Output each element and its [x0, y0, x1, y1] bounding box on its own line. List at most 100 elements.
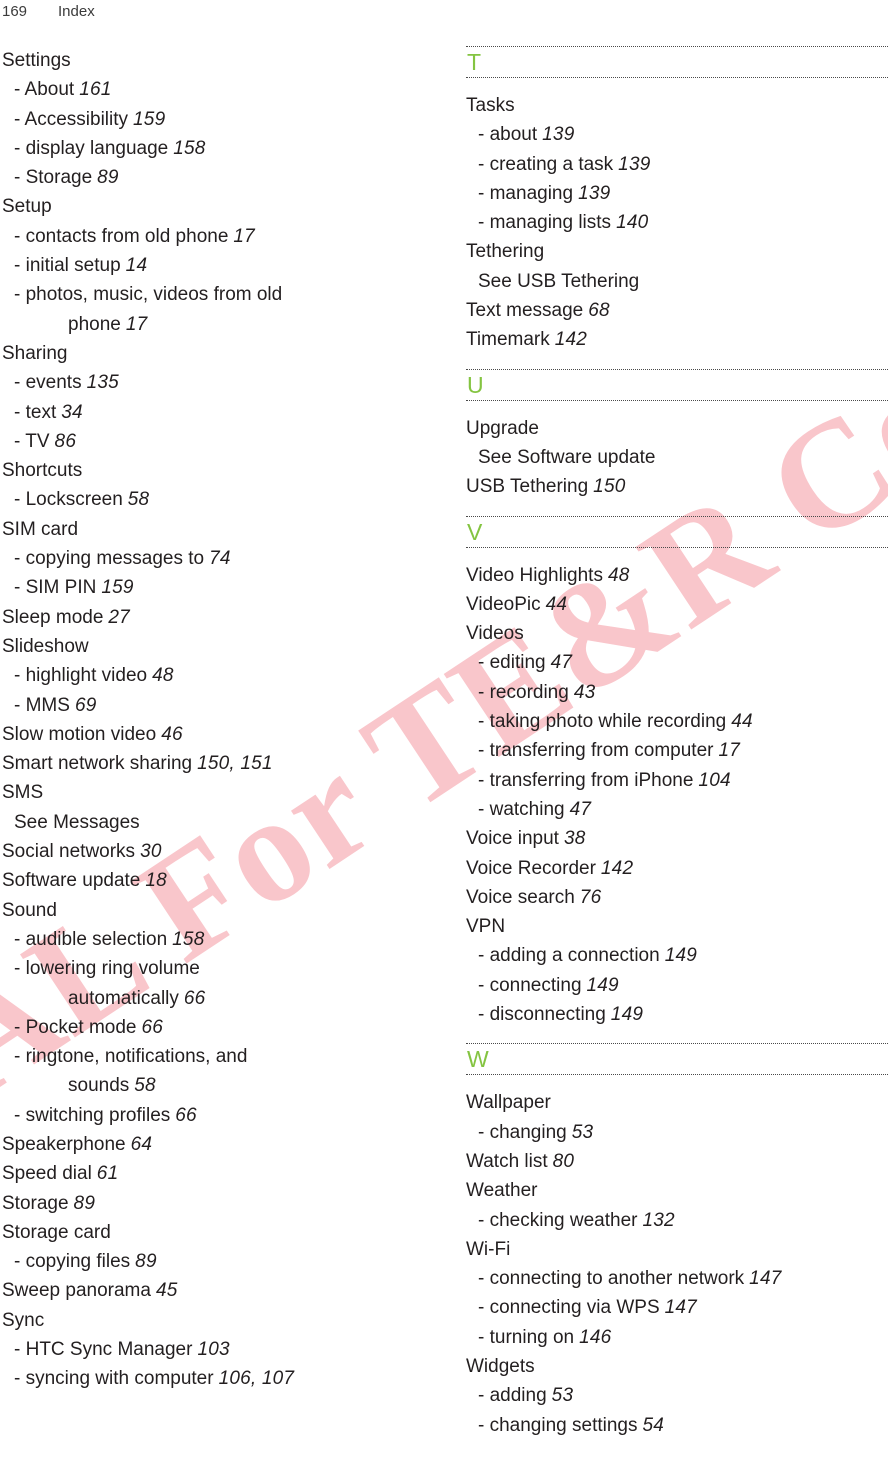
index-entry-label: - creating a task — [478, 153, 614, 175]
index-entry: Voice Recorder 142 — [466, 854, 888, 883]
index-entry-label: Sound — [2, 899, 57, 921]
index-entry-pages: 54 — [642, 1414, 665, 1436]
index-entry-pages: 150, 151 — [197, 753, 273, 775]
index-entry: - About 161 — [2, 75, 426, 104]
index-entry-label: Storage card — [2, 1221, 111, 1243]
index-entry: sounds 58 — [2, 1071, 426, 1100]
index-entry: - managing lists 140 — [466, 208, 888, 237]
section-rule-bottom — [466, 1074, 888, 1076]
index-entry-label: VPN — [466, 916, 506, 938]
index-entry: Storage 89 — [2, 1189, 426, 1218]
index-entry: - changing settings 54 — [466, 1411, 888, 1440]
index-entry: Weather — [466, 1176, 888, 1205]
index-entry-pages: 139 — [578, 182, 611, 204]
index-entry-label: Sync — [2, 1309, 45, 1331]
index-entry: Wi-Fi — [466, 1235, 888, 1264]
index-entry: - watching 47 — [466, 795, 888, 824]
index-entry-pages: 17 — [718, 740, 741, 762]
index-entry-label: Video Highlights — [466, 564, 603, 586]
index-entry-pages: 64 — [130, 1133, 153, 1155]
index-entry-pages: 38 — [563, 828, 586, 850]
index-entry: Slideshow — [2, 632, 426, 661]
index-entry-label: Tasks — [466, 95, 515, 116]
index-entry-label: - Pocket mode — [14, 1016, 137, 1038]
index-entry-label: USB Tethering — [466, 476, 589, 498]
index-entry: - adding 53 — [466, 1381, 888, 1410]
index-entry-pages: 132 — [642, 1209, 675, 1231]
index-entry-pages: 106, 107 — [218, 1368, 295, 1390]
index-entry-label: - managing — [478, 182, 574, 204]
index-entry-label: - watching — [478, 798, 565, 820]
index-entry-label: - ringtone, notifications, and — [14, 1046, 248, 1068]
index-entry: - audible selection 158 — [2, 925, 426, 954]
index-entry: Sync — [2, 1306, 426, 1335]
index-entry-label: - transferring from computer — [478, 740, 714, 762]
index-entry-pages: 142 — [600, 857, 634, 879]
index-entry-pages: 159 — [133, 108, 166, 130]
index-entry-label: - lowering ring volume — [14, 958, 200, 980]
index-entry-label: Smart network sharing — [2, 753, 193, 775]
index-entry: - ringtone, notifications, and — [2, 1042, 426, 1071]
index-entry: SMS — [2, 778, 426, 807]
index-entry: Widgets — [466, 1352, 888, 1381]
index-cross-reference: See USB Tethering — [466, 267, 888, 296]
index-entry: - adding a connection 149 — [466, 941, 888, 970]
index-entry-pages: 17 — [233, 225, 255, 247]
index-entry-label: Speakerphone — [2, 1133, 126, 1155]
index-entry-pages: 45 — [155, 1280, 178, 1302]
index-entry: - recording 43 — [466, 678, 888, 707]
index-entry: phone 17 — [2, 310, 426, 339]
index-entry-pages: 66 — [175, 1104, 197, 1126]
index-entry-label: Slideshow — [2, 635, 89, 657]
index-entry-label: Timemark — [466, 329, 550, 351]
index-entry-pages: 140 — [616, 212, 649, 234]
index-entry: - about 139 — [466, 120, 888, 149]
index-entry-pages: 53 — [551, 1385, 574, 1407]
index-entry-pages: 147 — [664, 1297, 697, 1319]
index-entry-label: Speed dial — [2, 1163, 92, 1185]
index-entry-pages: 48 — [607, 564, 630, 586]
index-entry-pages: 68 — [588, 300, 610, 322]
index-entry: - text 34 — [2, 398, 426, 427]
index-entry: - disconnecting 149 — [466, 1000, 888, 1029]
index-entry: Voice input 38 — [466, 824, 888, 853]
index-entry-label: - About — [14, 79, 75, 101]
index-entry-pages: 46 — [161, 723, 183, 745]
index-entry: - copying messages to 74 — [2, 544, 426, 573]
index-entry: Social networks 30 — [2, 837, 426, 866]
index-entry-pages: 53 — [571, 1121, 594, 1143]
running-head-title: Index — [58, 2, 95, 20]
index-entry-pages: 14 — [125, 255, 148, 277]
index-entry: - connecting to another network 147 — [466, 1264, 888, 1293]
index-entry: automatically 66 — [2, 984, 426, 1013]
index-entry-pages: 158 — [173, 137, 206, 159]
index-entry: Speakerphone 64 — [2, 1130, 426, 1159]
index-entry-label: Wallpaper — [466, 1092, 551, 1114]
index-entry: - Storage 89 — [2, 163, 426, 192]
index-entry-label: Voice Recorder — [466, 857, 596, 879]
index-entry: Slow motion video 46 — [2, 720, 426, 749]
index-entry-label: Voice search — [466, 886, 575, 908]
index-entry-pages: 159 — [101, 577, 134, 599]
index-entry-pages: 48 — [152, 665, 174, 687]
index-entry-label: Text message — [466, 300, 584, 322]
index-entry-label: - photos, music, videos from old — [14, 284, 283, 306]
index-entry: Settings — [2, 46, 426, 75]
index-entry-pages: 47 — [569, 798, 592, 820]
index-entry-label: - changing settings — [478, 1414, 638, 1436]
index-entry-label: - connecting — [478, 974, 582, 996]
index-entry-label: Sleep mode — [2, 606, 104, 628]
index-entry: - Pocket mode 66 — [2, 1013, 426, 1042]
index-entry-label: Social networks — [2, 841, 136, 863]
index-entry: Shortcuts — [2, 456, 426, 485]
index-entry-label: Storage — [2, 1192, 69, 1214]
section-letter: W — [467, 1046, 490, 1073]
index-entry: - TV 86 — [2, 427, 426, 456]
index-entry-pages: 139 — [542, 124, 575, 146]
section-rule-bottom — [466, 546, 888, 548]
index-entry-pages: 135 — [86, 372, 119, 394]
index-entry: VideoPic 44 — [466, 590, 888, 619]
index-entry-pages: 58 — [127, 489, 150, 511]
index-entry-label: - connecting to another network — [478, 1268, 745, 1290]
index-entry: - display language 158 — [2, 134, 426, 163]
